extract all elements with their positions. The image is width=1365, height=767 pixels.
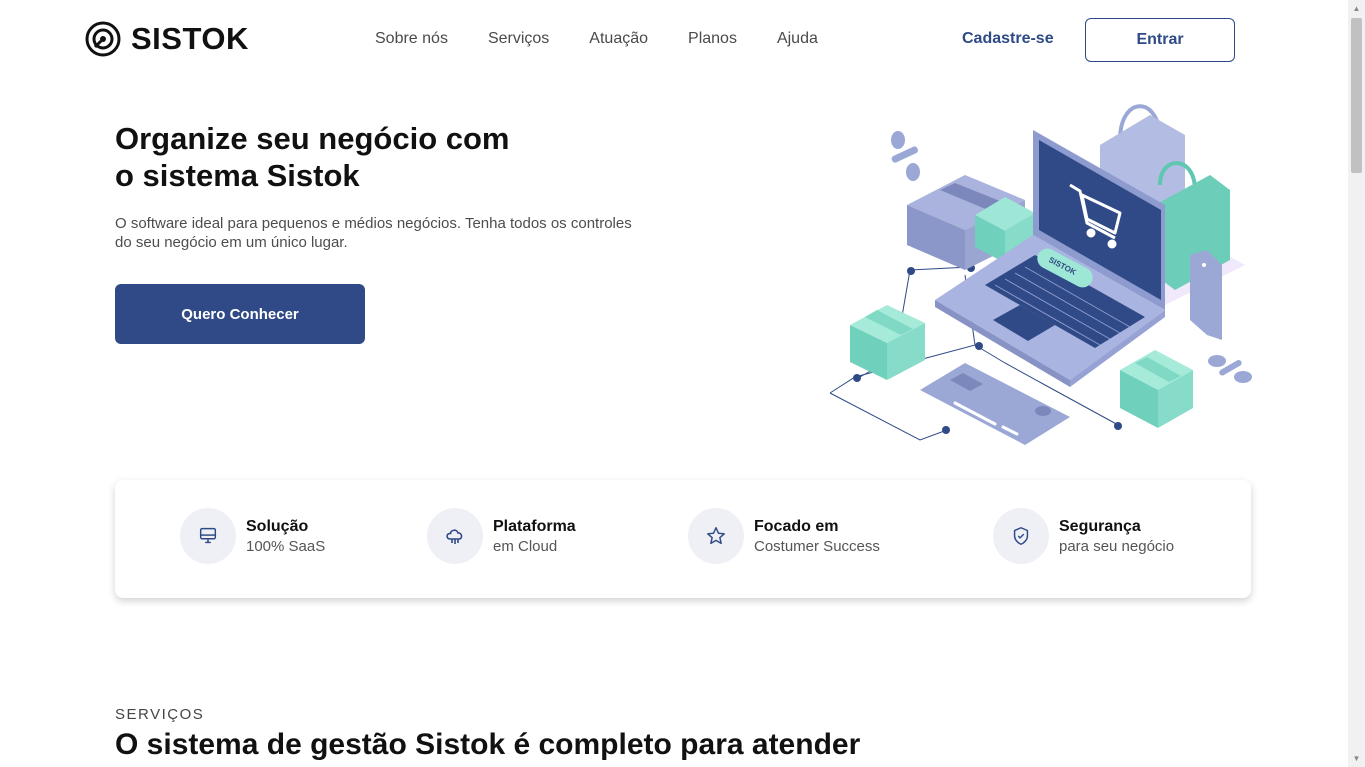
scroll-down-arrow-icon[interactable]: ▼ xyxy=(1348,750,1365,767)
hero-subtitle: O software ideal para pequenos e médios … xyxy=(115,215,632,251)
services-kicker: SERVIÇOS xyxy=(115,706,205,723)
feature-security: Segurança para seu negócio xyxy=(993,508,1174,564)
feature-title: Solução xyxy=(246,517,309,535)
hero-illustration: SISTOK xyxy=(829,104,1252,445)
hero-title-line2: o sistema Sistok xyxy=(115,158,360,193)
site-header: SISTOK Sobre nós Serviços Atuação Planos… xyxy=(0,0,1348,80)
feature-subtitle: Costumer Success xyxy=(754,537,880,555)
green-gift-box-left xyxy=(850,305,925,380)
feature-text: Segurança para seu negócio xyxy=(1059,517,1174,556)
feature-subtitle: para seu negócio xyxy=(1059,537,1175,555)
hero-title: Organize seu negócio com o sistema Sisto… xyxy=(115,120,635,194)
cta-button[interactable]: Quero Conhecer xyxy=(115,284,365,344)
feature-cloud: Plataforma em Cloud xyxy=(427,508,576,564)
services-title: O sistema de gestão Sistok é completo pa… xyxy=(115,728,861,761)
feature-icon-wrap xyxy=(427,508,483,564)
feature-text: Solução 100% SaaS xyxy=(246,517,325,556)
shield-icon xyxy=(1013,527,1029,545)
page-scrollbar[interactable]: ▲ ▼ xyxy=(1348,0,1365,767)
feature-title: Segurança xyxy=(1059,517,1141,535)
signup-link[interactable]: Cadastre-se xyxy=(962,30,1054,48)
brand-name: SISTOK xyxy=(131,21,249,56)
nav-item-sobre[interactable]: Sobre nós xyxy=(375,30,448,48)
feature-subtitle: 100% SaaS xyxy=(246,537,326,555)
price-tag xyxy=(1190,250,1222,340)
feature-subtitle: em Cloud xyxy=(493,537,558,555)
nav-item-planos[interactable]: Planos xyxy=(688,30,737,48)
login-button[interactable]: Entrar xyxy=(1085,18,1235,62)
cloud-icon xyxy=(446,529,463,544)
feature-text: Focado em Costumer Success xyxy=(754,517,880,556)
feature-title: Plataforma xyxy=(493,517,576,535)
brand-logo-icon xyxy=(85,21,121,57)
nav-item-servicos[interactable]: Serviços xyxy=(488,30,549,48)
feature-icon-wrap xyxy=(993,508,1049,564)
feature-icon-wrap xyxy=(688,508,744,564)
monitor-icon xyxy=(199,527,217,544)
percent-token-right xyxy=(1208,355,1252,383)
green-gift-box-right xyxy=(1120,350,1193,428)
feature-saas: Solução 100% SaaS xyxy=(180,508,325,564)
brand-logo[interactable]: SISTOK xyxy=(85,21,249,57)
feature-icon-wrap xyxy=(180,508,236,564)
feature-success: Focado em Costumer Success xyxy=(688,508,880,564)
credit-card xyxy=(920,363,1070,445)
scroll-thumb[interactable] xyxy=(1351,18,1362,173)
nav-item-ajuda[interactable]: Ajuda xyxy=(777,30,818,48)
percent-token-left xyxy=(891,131,920,181)
nav-item-atuacao[interactable]: Atuação xyxy=(589,30,648,48)
feature-text: Plataforma em Cloud xyxy=(493,517,576,556)
feature-title: Focado em xyxy=(754,517,839,535)
features-card: Solução 100% SaaS Plataforma em Cloud Fo… xyxy=(115,480,1251,598)
hero-title-line1: Organize seu negócio com xyxy=(115,121,510,156)
main-nav: Sobre nós Serviços Atuação Planos Ajuda xyxy=(375,30,818,48)
star-icon xyxy=(707,527,725,545)
scroll-up-arrow-icon[interactable]: ▲ xyxy=(1348,0,1365,17)
